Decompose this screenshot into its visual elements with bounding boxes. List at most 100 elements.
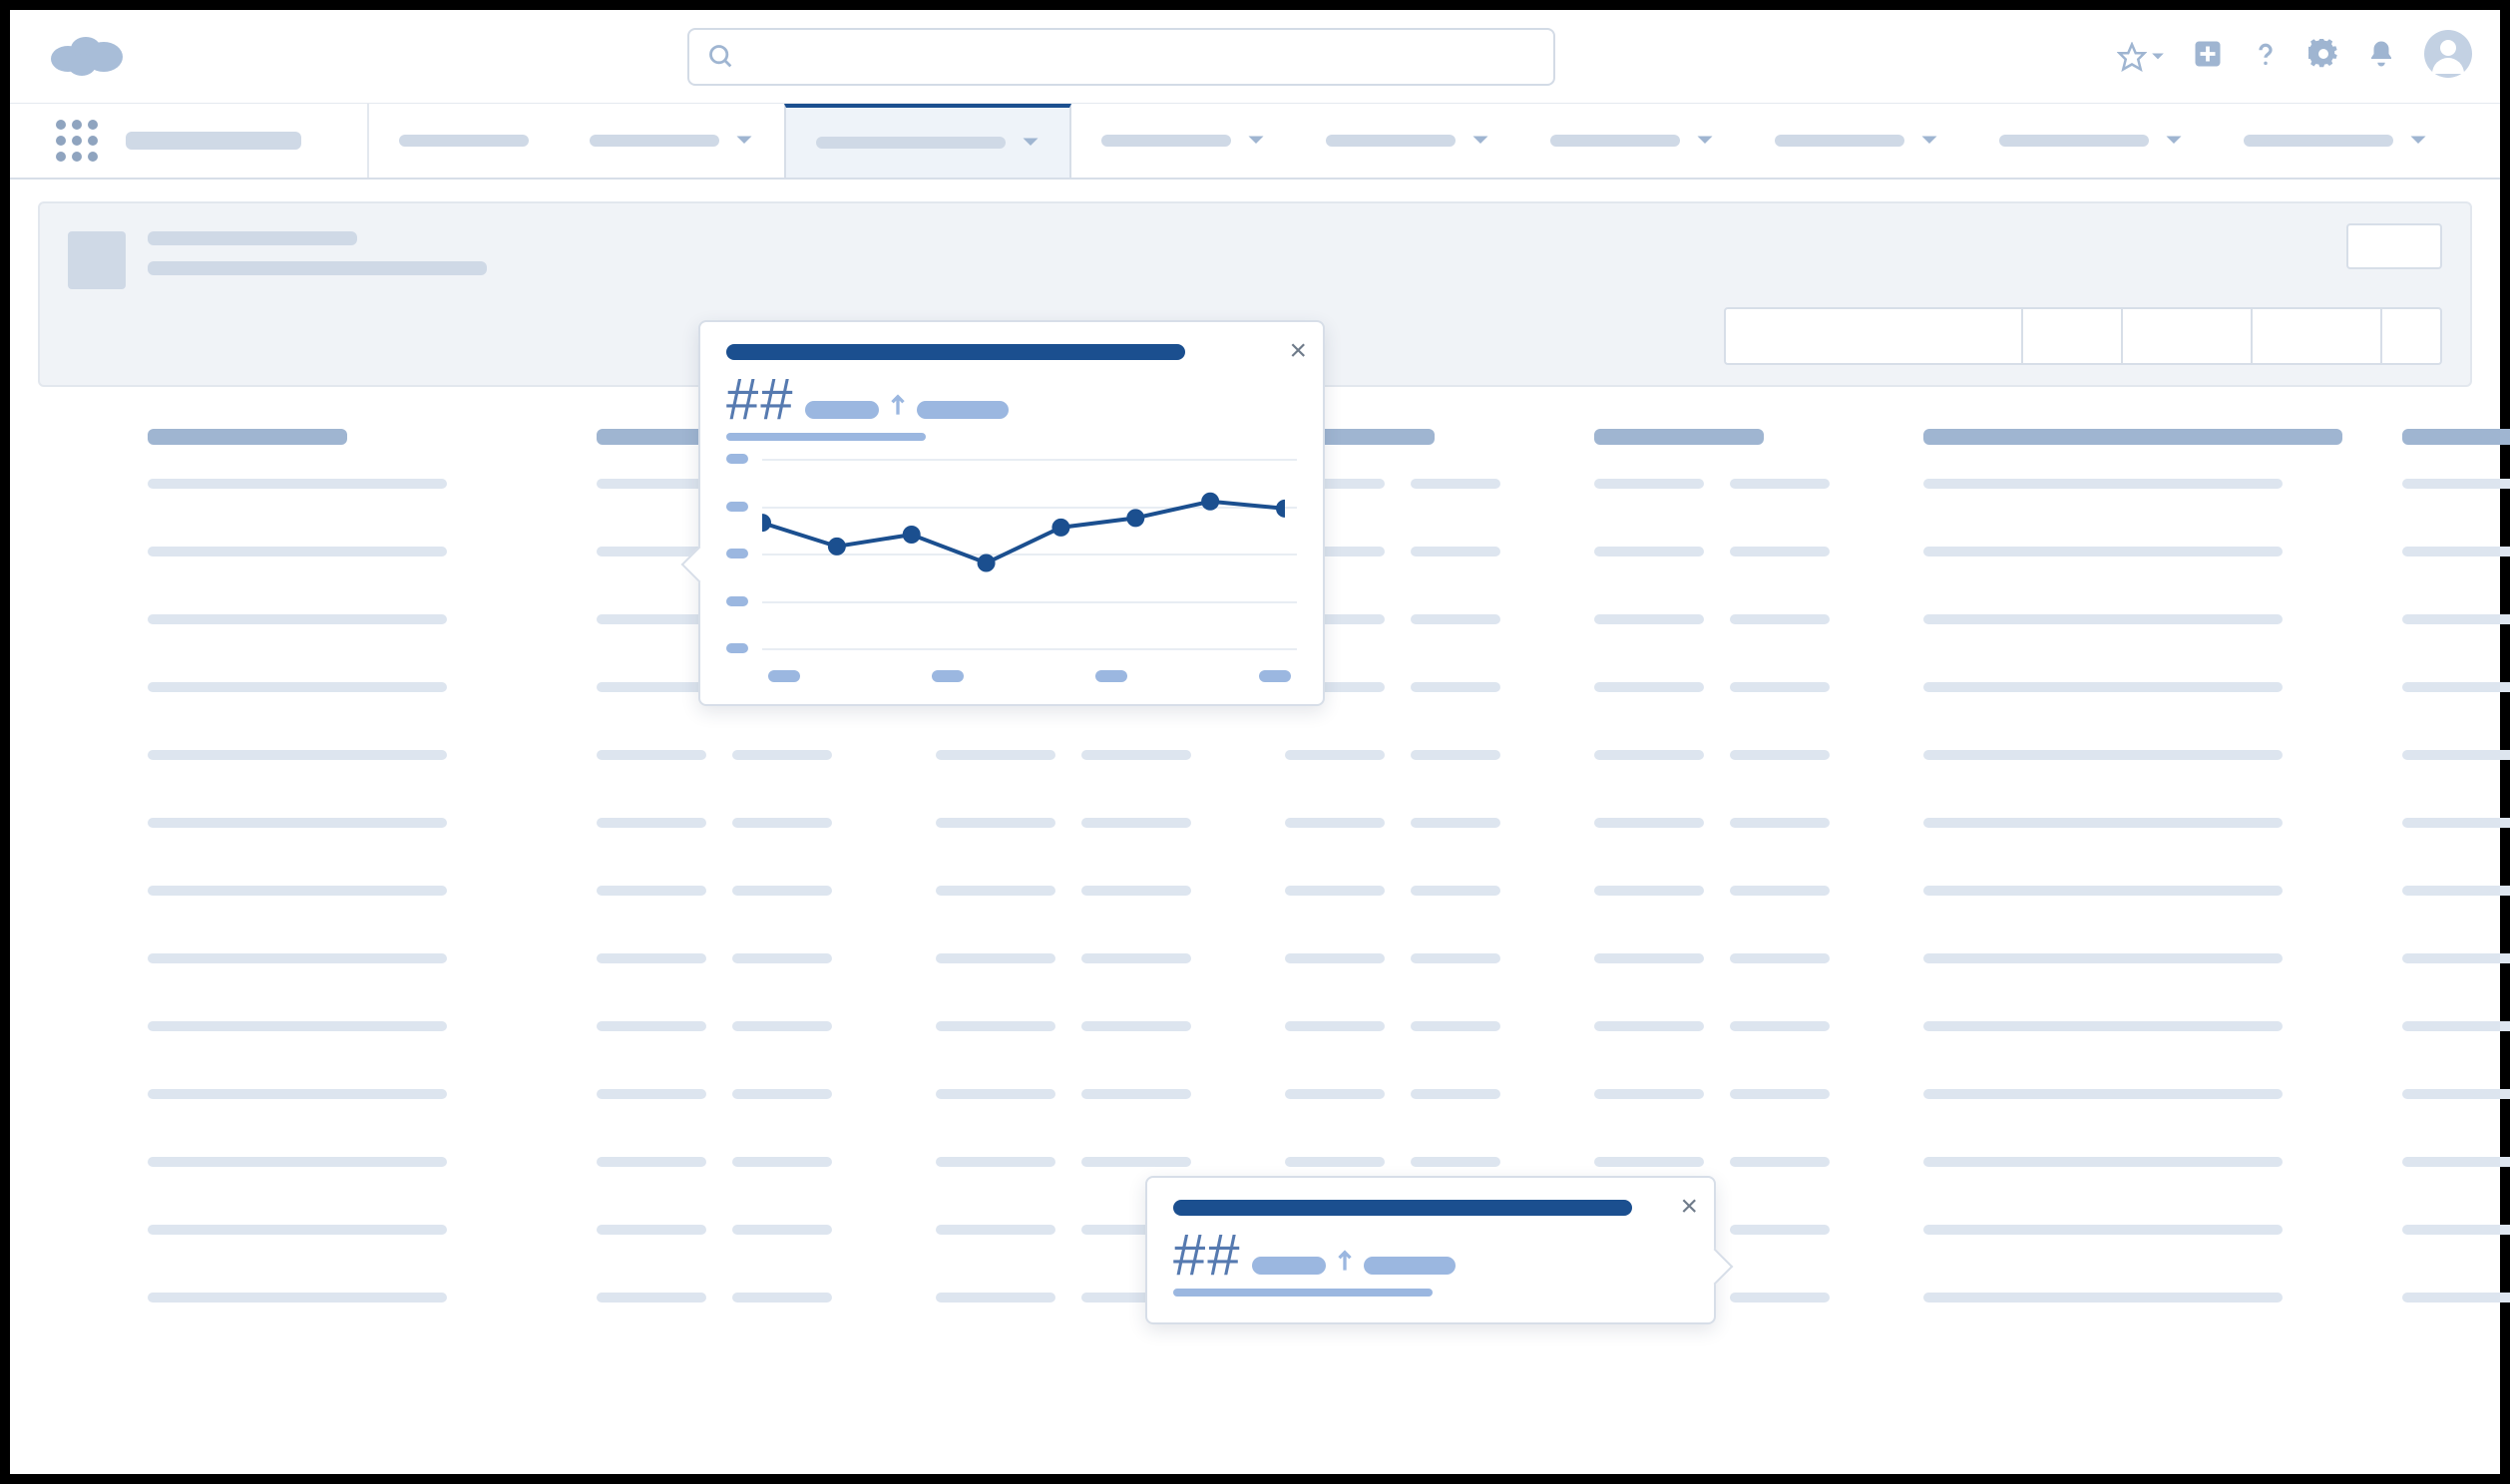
- help-icon[interactable]: [2251, 39, 2281, 74]
- list-cell: [2402, 1157, 2510, 1225]
- list-cell: [597, 1293, 846, 1360]
- list-cell: [2402, 1089, 2510, 1157]
- list-cell: [936, 818, 1195, 886]
- list-cell: [1594, 1021, 1834, 1089]
- list-cell: [1285, 1021, 1504, 1089]
- add-icon[interactable]: [2193, 39, 2223, 74]
- metric-pill: [805, 401, 879, 419]
- metric-value: ##: [1173, 1222, 1242, 1289]
- object-icon: [68, 231, 126, 289]
- nav-tab[interactable]: [560, 104, 784, 178]
- list-cell: [148, 479, 507, 547]
- list-cell: [1923, 886, 2312, 953]
- list-cell: [1594, 614, 1834, 682]
- setup-gear-icon[interactable]: [2308, 39, 2338, 74]
- nav-tab[interactable]: [369, 104, 560, 178]
- list-cell: [148, 614, 507, 682]
- page-title: [148, 231, 357, 245]
- list-cell: [148, 818, 507, 886]
- list-cell: [1923, 1293, 2312, 1360]
- list-cell: [148, 886, 507, 953]
- list-cell: [936, 953, 1195, 1021]
- app-launcher-icon[interactable]: [56, 120, 98, 162]
- list-cell: [1594, 479, 1834, 547]
- list-cell: [1594, 818, 1834, 886]
- column-header[interactable]: [1594, 429, 1764, 445]
- list-cell: [1594, 547, 1834, 614]
- list-cell: [2402, 547, 2510, 614]
- nav-tab[interactable]: [2214, 104, 2458, 178]
- page-subtitle: [148, 261, 487, 275]
- nav-tab[interactable]: [1296, 104, 1520, 178]
- notifications-bell-icon[interactable]: [2366, 39, 2396, 74]
- metric-popover-chart: × ##: [698, 320, 1325, 706]
- header-action-button[interactable]: [2346, 223, 2442, 269]
- delta-pill: [1364, 1257, 1456, 1275]
- list-cell: [148, 682, 507, 750]
- list-cell: [1923, 614, 2312, 682]
- list-cell: [1594, 682, 1834, 750]
- popover-subtext: [1173, 1289, 1433, 1297]
- list-cell: [1923, 479, 2312, 547]
- chevron-down-icon: [1696, 132, 1714, 150]
- salesforce-logo-icon: [48, 27, 126, 86]
- header-button[interactable]: [1724, 307, 2023, 365]
- list-cell: [597, 750, 846, 818]
- column-header[interactable]: [2402, 429, 2510, 445]
- list-cell: [1923, 1225, 2312, 1293]
- list-cell: [2402, 682, 2510, 750]
- profile-avatar-icon[interactable]: [2424, 30, 2472, 83]
- chevron-down-icon: [1920, 132, 1938, 150]
- list-cell: [148, 953, 507, 1021]
- list-cell: [148, 1157, 507, 1225]
- header-button[interactable]: [2023, 307, 2123, 365]
- list-cell: [936, 750, 1195, 818]
- column-header[interactable]: [1923, 429, 2342, 445]
- search-icon: [707, 43, 735, 71]
- list-cell: [148, 1225, 507, 1293]
- list-cell: [1285, 1089, 1504, 1157]
- list-cell: [1285, 818, 1504, 886]
- chevron-down-icon: [2409, 132, 2427, 150]
- list-cell: [2402, 953, 2510, 1021]
- chevron-down-icon: [2165, 132, 2183, 150]
- list-cell: [2402, 750, 2510, 818]
- global-header: [10, 10, 2500, 104]
- nav-tab[interactable]: [1969, 104, 2214, 178]
- list-cell: [1594, 886, 1834, 953]
- favorites-icon[interactable]: [2117, 42, 2165, 72]
- close-icon[interactable]: ×: [1289, 336, 1307, 366]
- metric-pill: [1252, 1257, 1326, 1275]
- header-button[interactable]: [2382, 307, 2442, 365]
- popover-subtext: [726, 433, 926, 441]
- list-cell: [2402, 1021, 2510, 1089]
- list-cell: [1594, 1089, 1834, 1157]
- column-header[interactable]: [148, 429, 347, 445]
- list-cell: [148, 1293, 507, 1360]
- global-search-input[interactable]: [687, 28, 1555, 86]
- nav-tab[interactable]: [1520, 104, 1745, 178]
- header-button[interactable]: [2253, 307, 2382, 365]
- list-cell: [597, 1089, 846, 1157]
- list-cell: [597, 1157, 846, 1225]
- chevron-down-icon: [735, 132, 753, 150]
- chevron-down-icon: [1022, 134, 1040, 152]
- list-cell: [597, 886, 846, 953]
- nav-tab[interactable]: [784, 104, 1071, 178]
- list-cell: [148, 1089, 507, 1157]
- list-cell: [1594, 750, 1834, 818]
- list-cell: [1923, 547, 2312, 614]
- list-cell: [1923, 1021, 2312, 1089]
- app-name-label: [126, 132, 301, 150]
- nav-tab[interactable]: [1745, 104, 1969, 178]
- list-cell: [2402, 614, 2510, 682]
- list-cell: [148, 1021, 507, 1089]
- list-cell: [1285, 750, 1504, 818]
- list-cell: [1923, 818, 2312, 886]
- header-button[interactable]: [2123, 307, 2253, 365]
- metric-value: ##: [726, 366, 795, 433]
- list-cell: [148, 547, 507, 614]
- nav-tab[interactable]: [1071, 104, 1296, 178]
- close-icon[interactable]: ×: [1680, 1192, 1698, 1222]
- list-cell: [597, 1225, 846, 1293]
